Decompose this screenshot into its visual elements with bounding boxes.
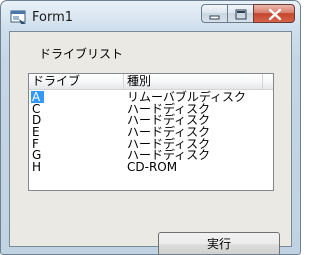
close-icon bbox=[268, 8, 282, 21]
listview-body: A リムーバブルディスク C ハードディスク D ハードディスク E ハードディ… bbox=[29, 91, 273, 173]
list-item[interactable]: H CD-ROM bbox=[29, 161, 273, 173]
minimize-button[interactable] bbox=[201, 4, 227, 23]
drive-list-label: ドライブリスト bbox=[39, 47, 124, 61]
caption-buttons bbox=[201, 4, 295, 24]
run-button[interactable]: 実行 bbox=[158, 232, 280, 254]
minimize-icon bbox=[209, 15, 220, 20]
close-button[interactable] bbox=[253, 4, 295, 23]
column-header-filler bbox=[263, 74, 273, 90]
column-header-type[interactable]: 種別 bbox=[124, 74, 263, 90]
window-title: Form1 bbox=[32, 10, 74, 25]
form-app-icon[interactable] bbox=[10, 10, 27, 25]
maximize-icon bbox=[235, 9, 247, 20]
maximize-button[interactable] bbox=[227, 4, 253, 23]
drive-type: CD-ROM bbox=[127, 160, 178, 175]
title-bar[interactable]: Form1 bbox=[1, 1, 300, 31]
column-header-drive[interactable]: ドライブ bbox=[29, 74, 124, 90]
listview-header: ドライブ 種別 bbox=[29, 74, 273, 90]
list-item[interactable]: E ハードディスク bbox=[29, 126, 273, 138]
drive-listview[interactable]: ドライブ 種別 A リムーバブルディスク C ハードディスク D ハードディスク bbox=[28, 73, 274, 191]
drive-letter: H bbox=[32, 160, 42, 175]
list-item[interactable]: A リムーバブルディスク bbox=[29, 91, 273, 103]
form-client-area: ドライブリスト ドライブ 種別 A リムーバブルディスク C ハードディスク D… bbox=[9, 31, 292, 254]
app-window: Form1 ドライブリスト ドライブ 種別 A リムーバブルディスク C ハード… bbox=[0, 0, 301, 255]
